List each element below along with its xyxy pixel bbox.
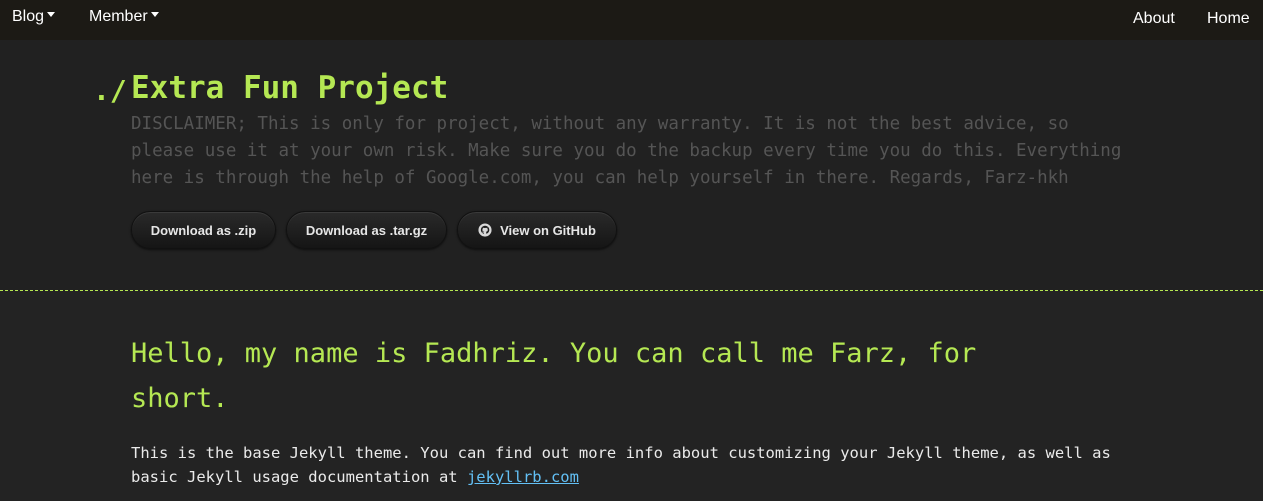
view-on-github-button[interactable]: View on GitHub bbox=[457, 211, 617, 249]
download-tar-button[interactable]: Download as .tar.gz bbox=[286, 211, 447, 249]
main-content: Hello, my name is Fadhriz. You can call … bbox=[0, 291, 1263, 501]
intro-heading: Hello, my name is Fadhriz. You can call … bbox=[131, 338, 977, 414]
page-header: ./ Extra Fun Project DISCLAIMER; This is… bbox=[0, 40, 1263, 290]
view-on-github-label: View on GitHub bbox=[500, 223, 596, 238]
nav-blog-dropdown[interactable]: Blog bbox=[12, 7, 56, 27]
nav-home-link[interactable]: Home bbox=[1207, 9, 1250, 29]
download-zip-label: Download as .zip bbox=[150, 223, 257, 238]
top-navbar: Blog Member About Home bbox=[0, 0, 1263, 40]
page-title[interactable]: Extra Fun Project bbox=[131, 68, 448, 108]
download-tar-label: Download as .tar.gz bbox=[305, 223, 428, 238]
caret-down-icon bbox=[150, 12, 159, 18]
disclaimer-text: DISCLAIMER; This is only for project, wi… bbox=[131, 114, 1122, 188]
nav-about-link[interactable]: About bbox=[1133, 9, 1175, 29]
github-icon bbox=[478, 223, 492, 237]
jekyllrb-link[interactable]: jekyllrb.com bbox=[467, 468, 579, 486]
nav-blog-label: Blog bbox=[12, 8, 45, 25]
download-zip-button[interactable]: Download as .zip bbox=[131, 211, 276, 249]
nav-member-label: Member bbox=[89, 8, 148, 25]
title-prefix: ./ bbox=[93, 74, 127, 107]
body-text: This is the base Jekyll theme. You can f… bbox=[131, 444, 1111, 486]
caret-down-icon bbox=[47, 12, 56, 18]
body-paragraph: This is the base Jekyll theme. You can f… bbox=[131, 441, 1121, 489]
nav-member-dropdown[interactable]: Member bbox=[89, 7, 159, 27]
